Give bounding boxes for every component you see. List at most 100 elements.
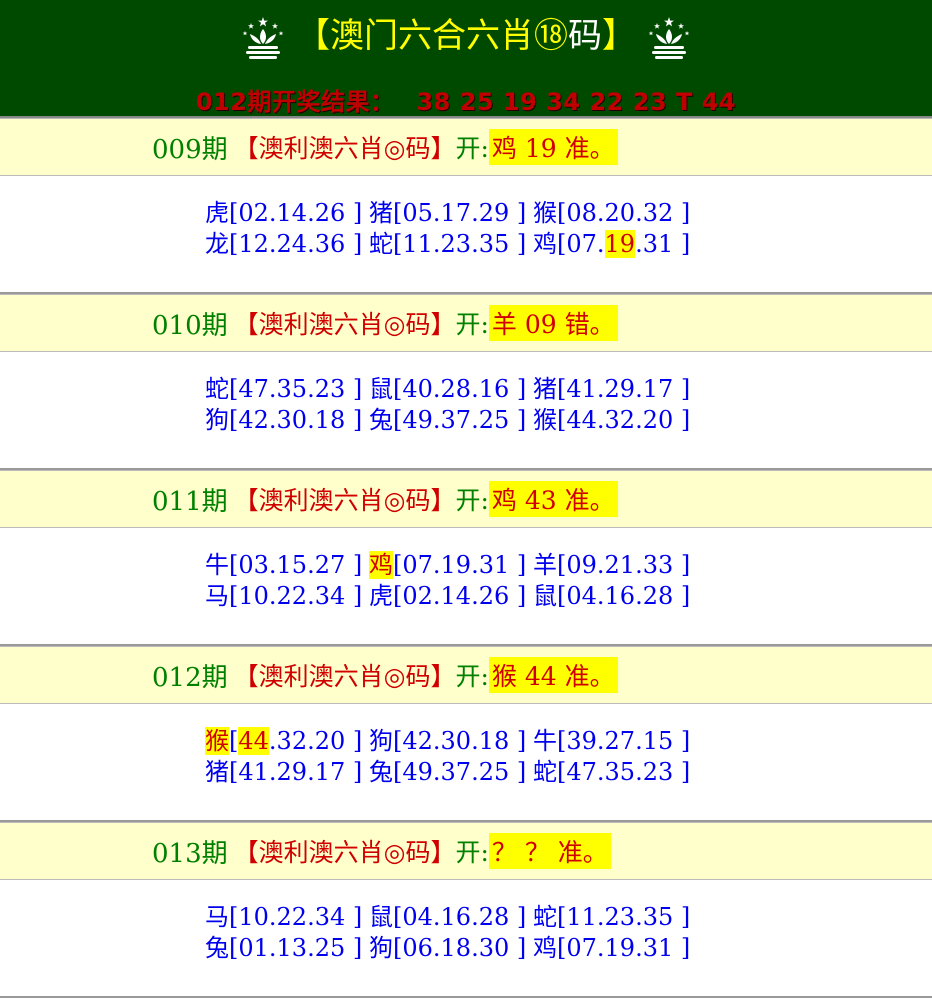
zodiac-cell: 马[10.22.34 ] [205,902,369,933]
period-header-1: 010期 【澳利澳六肖◎码】 开: 羊 09 错。 [0,294,932,352]
zodiac-cell: 蛇[47.35.23 ] [533,757,697,788]
period-body-4: 马[10.22.34 ] 鼠[04.16.28 ] 蛇[11.23.35 ] 兔[01… [0,880,932,998]
zodiac-cell: 猴[08.20.32 ] [533,198,697,229]
zodiac-cell: 狗[42.30.18 ] [369,726,533,757]
zodiac-numbers: [44.32.20 ] [557,406,691,434]
zodiac-sign: 狗 [205,406,229,434]
period-list: 009期 【澳利澳六肖◎码】 开: 鸡 19 准。 虎[02.14.26 ] 猪[05.1… [0,118,932,998]
zodiac-cell: 鸡[07.19.31 ] [533,229,697,260]
zodiac-numbers: [49.37.25 ] [393,406,527,434]
period-label: 013期 [152,838,228,869]
zodiac-numbers: [42.30.18 ] [393,727,527,755]
zodiac-sign: 牛 [205,551,229,579]
zodiac-cell: 鼠[04.16.28 ] [533,581,697,612]
hit-number: 44 [238,727,269,755]
zodiac-row: 狗[42.30.18 ] 兔[49.37.25 ] 猴[44.32.20 ] [0,405,932,436]
zodiac-cell: 兔[49.37.25 ] [369,405,533,436]
title-part1: 【澳门六合 [296,16,466,56]
zodiac-cell: 猪[41.29.17 ] [205,757,369,788]
zodiac-numbers: [09.21.33 ] [557,551,691,579]
zodiac-cell: 鸡[07.19.31 ] [533,933,697,964]
title-part3: 码 [568,16,602,56]
zodiac-row: 虎[02.14.26 ] 猪[05.17.29 ] 猴[08.20.32 ] [0,198,932,229]
zodiac-numbers: [05.17.29 ] [393,199,527,227]
zodiac-row: 蛇[47.35.23 ] 鼠[40.28.16 ] 猪[41.29.17 ] [0,374,932,405]
zodiac-cell: 鼠[04.16.28 ] [369,902,533,933]
period-body-1: 蛇[47.35.23 ] 鼠[40.28.16 ] 猪[41.29.17 ] 狗[42… [0,352,932,470]
zodiac-numbers: [11.23.35 ] [393,230,527,258]
zodiac-numbers-tail: .31 ] [635,230,691,258]
zodiac-sign: 蛇 [205,375,229,403]
zodiac-sign: 猪 [205,758,229,786]
zodiac-numbers: [49.37.25 ] [393,758,527,786]
brand-label: 【澳利澳六肖◎码】 [233,838,456,867]
zodiac-sign: 兔 [205,934,229,962]
zodiac-cell: 狗[42.30.18 ] [205,405,369,436]
zodiac-row: 马[10.22.34 ] 虎[02.14.26 ] 鼠[04.16.28 ] [0,581,932,612]
result-line: 012期开奖结果： 38 25 19 34 22 23 T 44 [0,82,932,117]
zodiac-sign: 鼠 [369,903,393,931]
zodiac-cell: 羊[09.21.33 ] [533,550,697,581]
brand-label: 【澳利澳六肖◎码】 [233,662,456,691]
period-header-2: 011期 【澳利澳六肖◎码】 开: 鸡 43 准。 [0,470,932,528]
zodiac-row: 猴[44.32.20 ] 狗[42.30.18 ] 牛[39.27.15 ] [0,726,932,757]
open-label: 开: [455,310,489,339]
zodiac-sign: 蛇 [533,903,557,931]
zodiac-cell: 龙[12.24.36 ] [205,229,369,260]
zodiac-sign: 虎 [205,199,229,227]
zodiac-sign: 狗 [369,727,393,755]
open-label: 开: [455,134,489,163]
zodiac-numbers: [47.35.23 ] [557,758,691,786]
zodiac-numbers-tail: .32.20 ] [268,727,363,755]
zodiac-cell: 猪[05.17.29 ] [369,198,533,229]
zodiac-cell: 牛[39.27.15 ] [533,726,697,757]
zodiac-numbers: [39.27.15 ] [557,727,691,755]
open-value: 鸡 19 准。 [488,129,618,165]
open-label: 开: [455,486,489,515]
period-body-0: 虎[02.14.26 ] 猪[05.17.29 ] 猴[08.20.32 ] 龙[12… [0,176,932,294]
zodiac-cell: 猴[44.32.20 ] [533,405,697,436]
zodiac-sign: 马 [205,903,229,931]
zodiac-numbers: [01.13.25 ] [229,934,363,962]
zodiac-sign: 鸡 [369,551,393,579]
open-value: 鸡 43 准。 [488,481,618,517]
macau-lotus-emblem-icon [648,17,690,59]
zodiac-numbers: [08.20.32 ] [557,199,691,227]
open-label: 开: [455,838,489,867]
zodiac-numbers: [ [229,727,239,755]
zodiac-numbers: [07.19.31 ] [393,551,527,579]
zodiac-sign: 兔 [369,406,393,434]
zodiac-sign: 蛇 [533,758,557,786]
zodiac-numbers: [10.22.34 ] [229,903,363,931]
zodiac-sign: 虎 [369,582,393,610]
zodiac-numbers: [04.16.28 ] [393,903,527,931]
zodiac-cell: 狗[06.18.30 ] [369,933,533,964]
zodiac-sign: 鸡 [533,934,557,962]
open-value: 猴 44 准。 [488,657,618,693]
zodiac-cell: 蛇[47.35.23 ] [205,374,369,405]
zodiac-sign: 鼠 [369,375,393,403]
period-body-2: 牛[03.15.27 ] 鸡[07.19.31 ] 羊[09.21.33 ] 马[10… [0,528,932,646]
open-label: 开: [455,662,489,691]
zodiac-numbers: [03.15.27 ] [229,551,363,579]
period-label: 012期 [152,662,228,693]
zodiac-numbers: [11.23.35 ] [557,903,691,931]
zodiac-cell: 兔[49.37.25 ] [369,757,533,788]
zodiac-sign: 鸡 [533,230,557,258]
zodiac-numbers: [41.29.17 ] [557,375,691,403]
zodiac-numbers: [42.30.18 ] [229,406,363,434]
zodiac-row: 龙[12.24.36 ] 蛇[11.23.35 ] 鸡[07.19.31 ] [0,229,932,260]
zodiac-sign: 猪 [369,199,393,227]
zodiac-row: 猪[41.29.17 ] 兔[49.37.25 ] 蛇[47.35.23 ] [0,757,932,788]
zodiac-sign: 猴 [533,406,557,434]
zodiac-sign: 兔 [369,758,393,786]
period-header-4: 013期 【澳利澳六肖◎码】 开: ？ ？ 准。 [0,822,932,880]
zodiac-numbers: [40.28.16 ] [393,375,527,403]
zodiac-numbers: [12.24.36 ] [229,230,363,258]
zodiac-cell: 鼠[40.28.16 ] [369,374,533,405]
zodiac-cell: 蛇[11.23.35 ] [369,229,533,260]
zodiac-cell: 牛[03.15.27 ] [205,550,369,581]
zodiac-numbers: [10.22.34 ] [229,582,363,610]
zodiac-numbers: [06.18.30 ] [393,934,527,962]
zodiac-numbers: [41.29.17 ] [229,758,363,786]
